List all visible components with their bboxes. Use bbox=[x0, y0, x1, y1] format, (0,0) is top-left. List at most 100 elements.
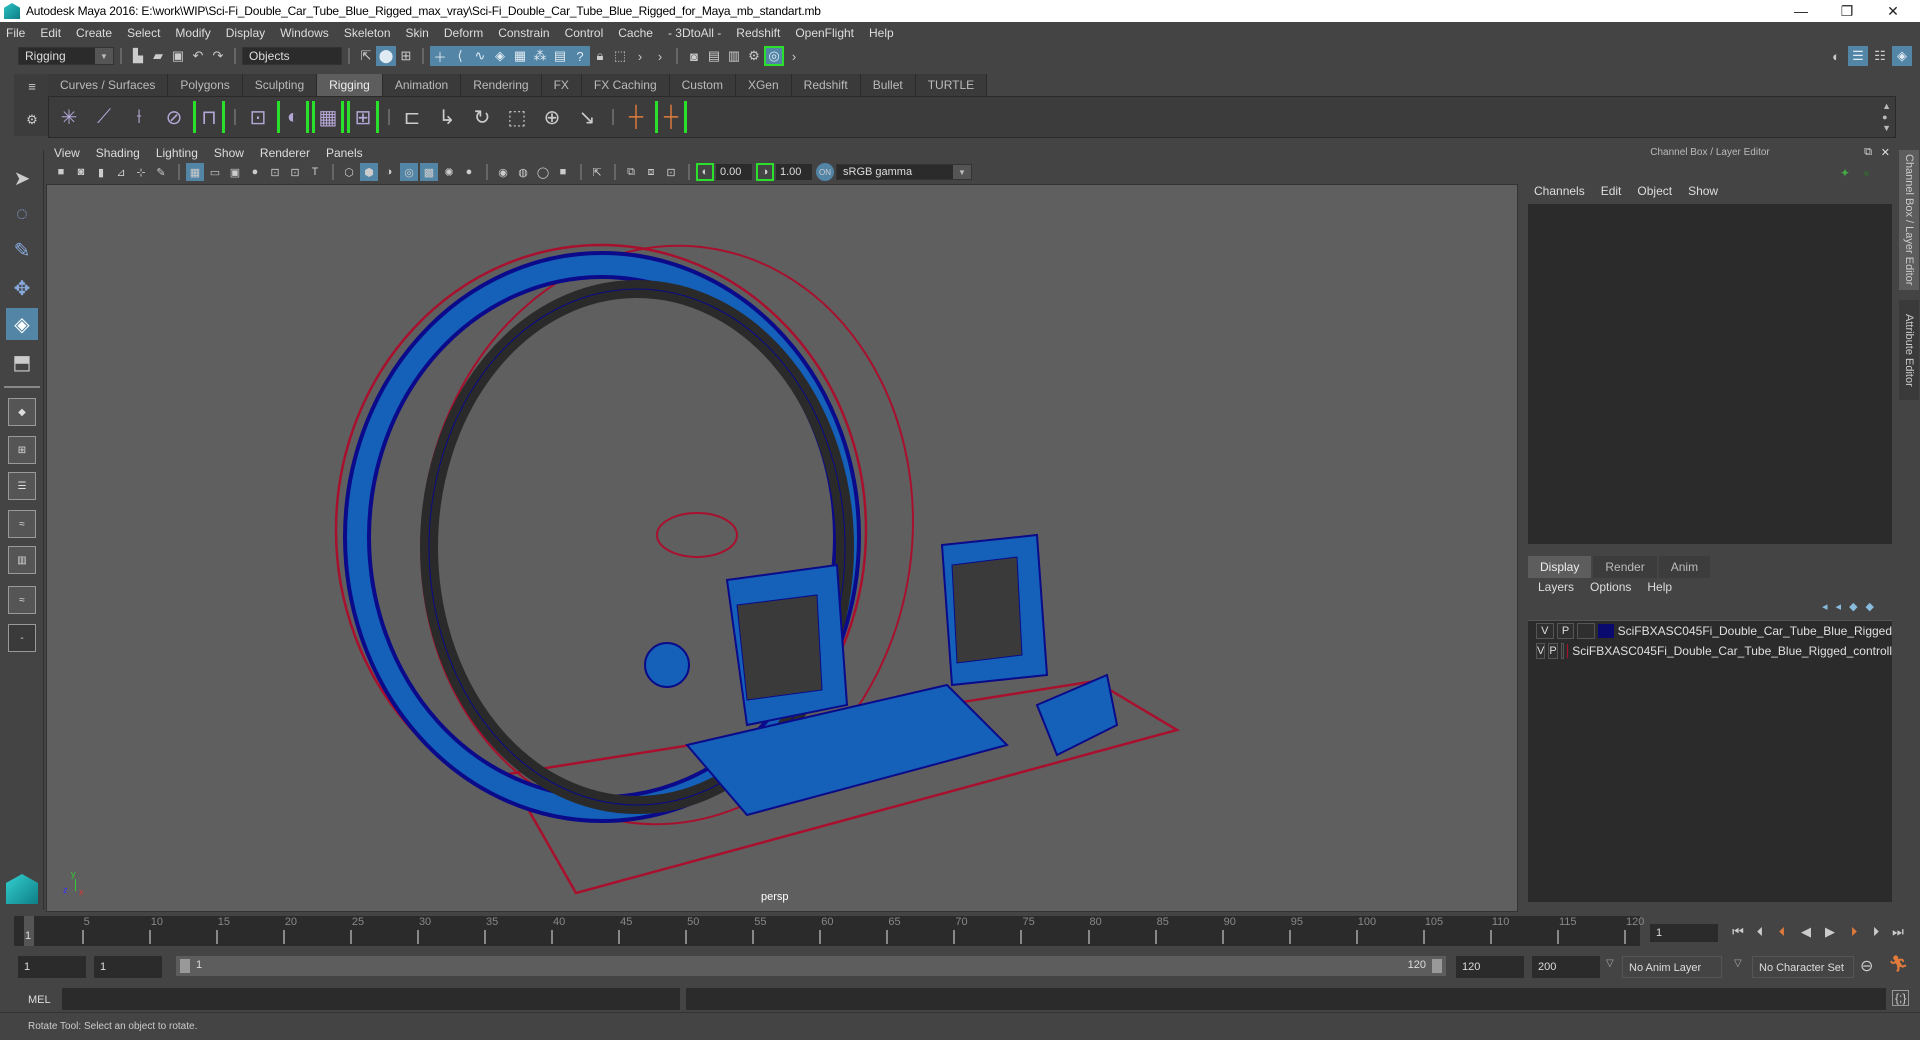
color-management-toggle-icon[interactable]: ON bbox=[816, 163, 834, 181]
character-set-chevron-icon[interactable]: ▽ bbox=[1734, 958, 1742, 969]
play-forwards-icon[interactable]: ▶ bbox=[1820, 922, 1840, 942]
render-frame-icon[interactable]: ◙ bbox=[684, 46, 704, 66]
expand-arrow-icon[interactable]: › bbox=[630, 46, 650, 66]
default-lighting-icon[interactable]: ◑ bbox=[380, 163, 398, 181]
wireframe-icon[interactable]: ⬡ bbox=[340, 163, 358, 181]
channel-box-toggle-icon[interactable]: ☰ bbox=[1848, 46, 1868, 66]
cluster-icon[interactable]: ⊞ bbox=[347, 101, 379, 133]
exposure-icon[interactable]: ◐ bbox=[696, 163, 714, 181]
exposure-field[interactable]: 0.00 bbox=[716, 164, 752, 180]
layer-menu-options[interactable]: Options bbox=[1590, 580, 1631, 594]
layer-editor-icon[interactable]: ◈ bbox=[1892, 46, 1912, 66]
outliner-persp-layout-icon[interactable]: ☰ bbox=[8, 472, 36, 500]
menu-openflight[interactable]: OpenFlight bbox=[795, 26, 854, 40]
menu-redshift[interactable]: Redshift bbox=[736, 26, 780, 40]
menu-skin[interactable]: Skin bbox=[406, 26, 429, 40]
persp-graph-layout-icon[interactable]: ≈ bbox=[8, 510, 36, 538]
bookmark-icon[interactable]: ▮ bbox=[92, 163, 110, 181]
range-start-handle[interactable] bbox=[180, 959, 190, 973]
isolate-select-icon[interactable]: ⇱ bbox=[588, 163, 606, 181]
menu-select[interactable]: Select bbox=[127, 26, 160, 40]
shelf-tab-polygons[interactable]: Polygons bbox=[168, 74, 243, 96]
new-scene-icon[interactable]: ▙ bbox=[128, 46, 148, 66]
layer-row[interactable]: V P SciFBXASC045Fi_Double_Car_Tube_Blue_Ri… bbox=[1528, 641, 1892, 661]
menu-edit[interactable]: Edit bbox=[40, 26, 61, 40]
layer-tab-display[interactable]: Display bbox=[1528, 556, 1592, 578]
move-layer-up-icon[interactable]: ◂ bbox=[1822, 601, 1836, 613]
step-back-frame-icon[interactable]: ⏴ bbox=[1750, 922, 1770, 942]
resolution-gate-icon[interactable]: ▣ bbox=[226, 163, 244, 181]
undo-icon[interactable]: ↶ bbox=[188, 46, 208, 66]
script-editor-icon[interactable]: {;} bbox=[1892, 990, 1910, 1006]
snap-point-icon[interactable]: ∿ bbox=[470, 46, 490, 66]
menu-windows[interactable]: Windows bbox=[280, 26, 329, 40]
use-all-lights-icon[interactable]: ✺ bbox=[440, 163, 458, 181]
move-tool-icon[interactable]: ✥ bbox=[6, 272, 38, 304]
time-slider[interactable]: 1 5 10 15 20 25 30 35 40 45 50 55 60 65 70 75 80 85 90 95 10… bbox=[14, 916, 1644, 946]
locator-icon[interactable]: ┼ bbox=[620, 101, 652, 133]
safe-title-icon[interactable]: T bbox=[306, 163, 324, 181]
range-slider[interactable]: 1 120 bbox=[176, 956, 1446, 976]
layer-display-type-toggle[interactable] bbox=[1560, 643, 1564, 659]
image-plane-icon[interactable]: ⊿ bbox=[112, 163, 130, 181]
move-layer-down-icon[interactable]: ◂ bbox=[1836, 601, 1850, 613]
camera-attributes-icon[interactable]: ◙ bbox=[72, 163, 90, 181]
lasso-tool-icon[interactable]: ◌ bbox=[6, 198, 38, 230]
menu-help[interactable]: Help bbox=[869, 26, 894, 40]
viewport-persp[interactable]: y z x persp bbox=[46, 184, 1518, 912]
character-set-dropdown[interactable]: No Character Set bbox=[1752, 956, 1854, 978]
side-tab-channel-box[interactable]: Channel Box / Layer Editor bbox=[1899, 150, 1919, 290]
insert-joint-icon[interactable]: ⟋ bbox=[88, 101, 120, 133]
shelf-tab-custom[interactable]: Custom bbox=[669, 74, 736, 96]
paint-select-tool-icon[interactable]: ✎ bbox=[6, 234, 38, 266]
side-tab-attribute-editor[interactable]: Attribute Editor bbox=[1899, 300, 1919, 400]
select-component-icon[interactable]: ⊞ bbox=[396, 46, 416, 66]
layout-dropdown-icon[interactable]: - bbox=[8, 624, 36, 652]
lattice-icon[interactable]: ▦ bbox=[312, 101, 344, 133]
layer-display-type-toggle[interactable] bbox=[1577, 623, 1595, 639]
shelf-tab-animation[interactable]: Animation bbox=[382, 74, 462, 96]
go-to-start-icon[interactable]: ⏮ bbox=[1728, 922, 1748, 942]
four-view-layout-icon[interactable]: ⊞ bbox=[8, 436, 36, 464]
float-panel-icon[interactable]: ⧉ bbox=[1864, 146, 1872, 159]
lock-icon[interactable]: 🔒︎ bbox=[590, 46, 610, 66]
viewport-menu-panels[interactable]: Panels bbox=[326, 146, 363, 160]
2d-pan-zoom-icon[interactable]: ⊹ bbox=[132, 163, 150, 181]
start-time-field[interactable]: 1 bbox=[18, 956, 86, 978]
select-hierarchy-icon[interactable]: ⇱ bbox=[356, 46, 376, 66]
ipr-render-icon[interactable]: ▥ bbox=[724, 46, 744, 66]
current-frame-field[interactable]: 1 bbox=[1650, 924, 1718, 942]
depth-of-field-icon[interactable]: ■ bbox=[554, 163, 572, 181]
selection-mode-dropdown[interactable]: Objects bbox=[242, 47, 342, 65]
ik-spline-icon[interactable]: ⊘ bbox=[158, 101, 190, 133]
anim-layer-chevron-icon[interactable]: ▽ bbox=[1606, 958, 1614, 969]
grid-icon[interactable]: ▦ bbox=[186, 163, 204, 181]
viewport-menu-renderer[interactable]: Renderer bbox=[260, 146, 310, 160]
orient-constraint-icon[interactable]: ↻ bbox=[466, 101, 498, 133]
menu-set-dropdown[interactable]: Rigging ▼ bbox=[18, 47, 114, 65]
menu-deform[interactable]: Deform bbox=[444, 26, 483, 40]
layer-color-swatch[interactable] bbox=[1597, 624, 1614, 638]
layer-menu-layers[interactable]: Layers bbox=[1538, 580, 1574, 594]
menu-control[interactable]: Control bbox=[565, 26, 604, 40]
create-joints-icon[interactable]: ✳ bbox=[53, 101, 85, 133]
command-input[interactable] bbox=[62, 988, 680, 1010]
menu-display[interactable]: Display bbox=[226, 26, 265, 40]
shadows-icon[interactable]: ● bbox=[460, 163, 478, 181]
animation-preferences-icon[interactable]: 🏃︎ bbox=[1888, 954, 1908, 974]
help-icon[interactable]: ? bbox=[570, 46, 590, 66]
render-view-icon[interactable]: ▤ bbox=[704, 46, 724, 66]
layer-tab-render[interactable]: Render bbox=[1593, 556, 1657, 578]
close-button[interactable]: ✕ bbox=[1870, 0, 1916, 22]
gamma-icon[interactable]: ◑ bbox=[756, 163, 774, 181]
new-layer-from-selected-icon[interactable]: ◆ bbox=[1866, 601, 1882, 613]
select-tool-icon[interactable]: ➤ bbox=[6, 162, 38, 194]
layer-playback-toggle[interactable]: P bbox=[1548, 643, 1558, 659]
command-language-label[interactable]: MEL bbox=[18, 990, 58, 1010]
viewport-menu-lighting[interactable]: Lighting bbox=[156, 146, 198, 160]
auto-key-icon[interactable]: ⊖ bbox=[1860, 956, 1873, 976]
scale-constraint-icon[interactable]: ⬚ bbox=[501, 101, 533, 133]
playback-start-field[interactable]: 1 bbox=[94, 956, 162, 978]
shelf-tab-rigging[interactable]: Rigging bbox=[317, 74, 383, 96]
channel-box-menu-show[interactable]: Show bbox=[1688, 184, 1718, 198]
